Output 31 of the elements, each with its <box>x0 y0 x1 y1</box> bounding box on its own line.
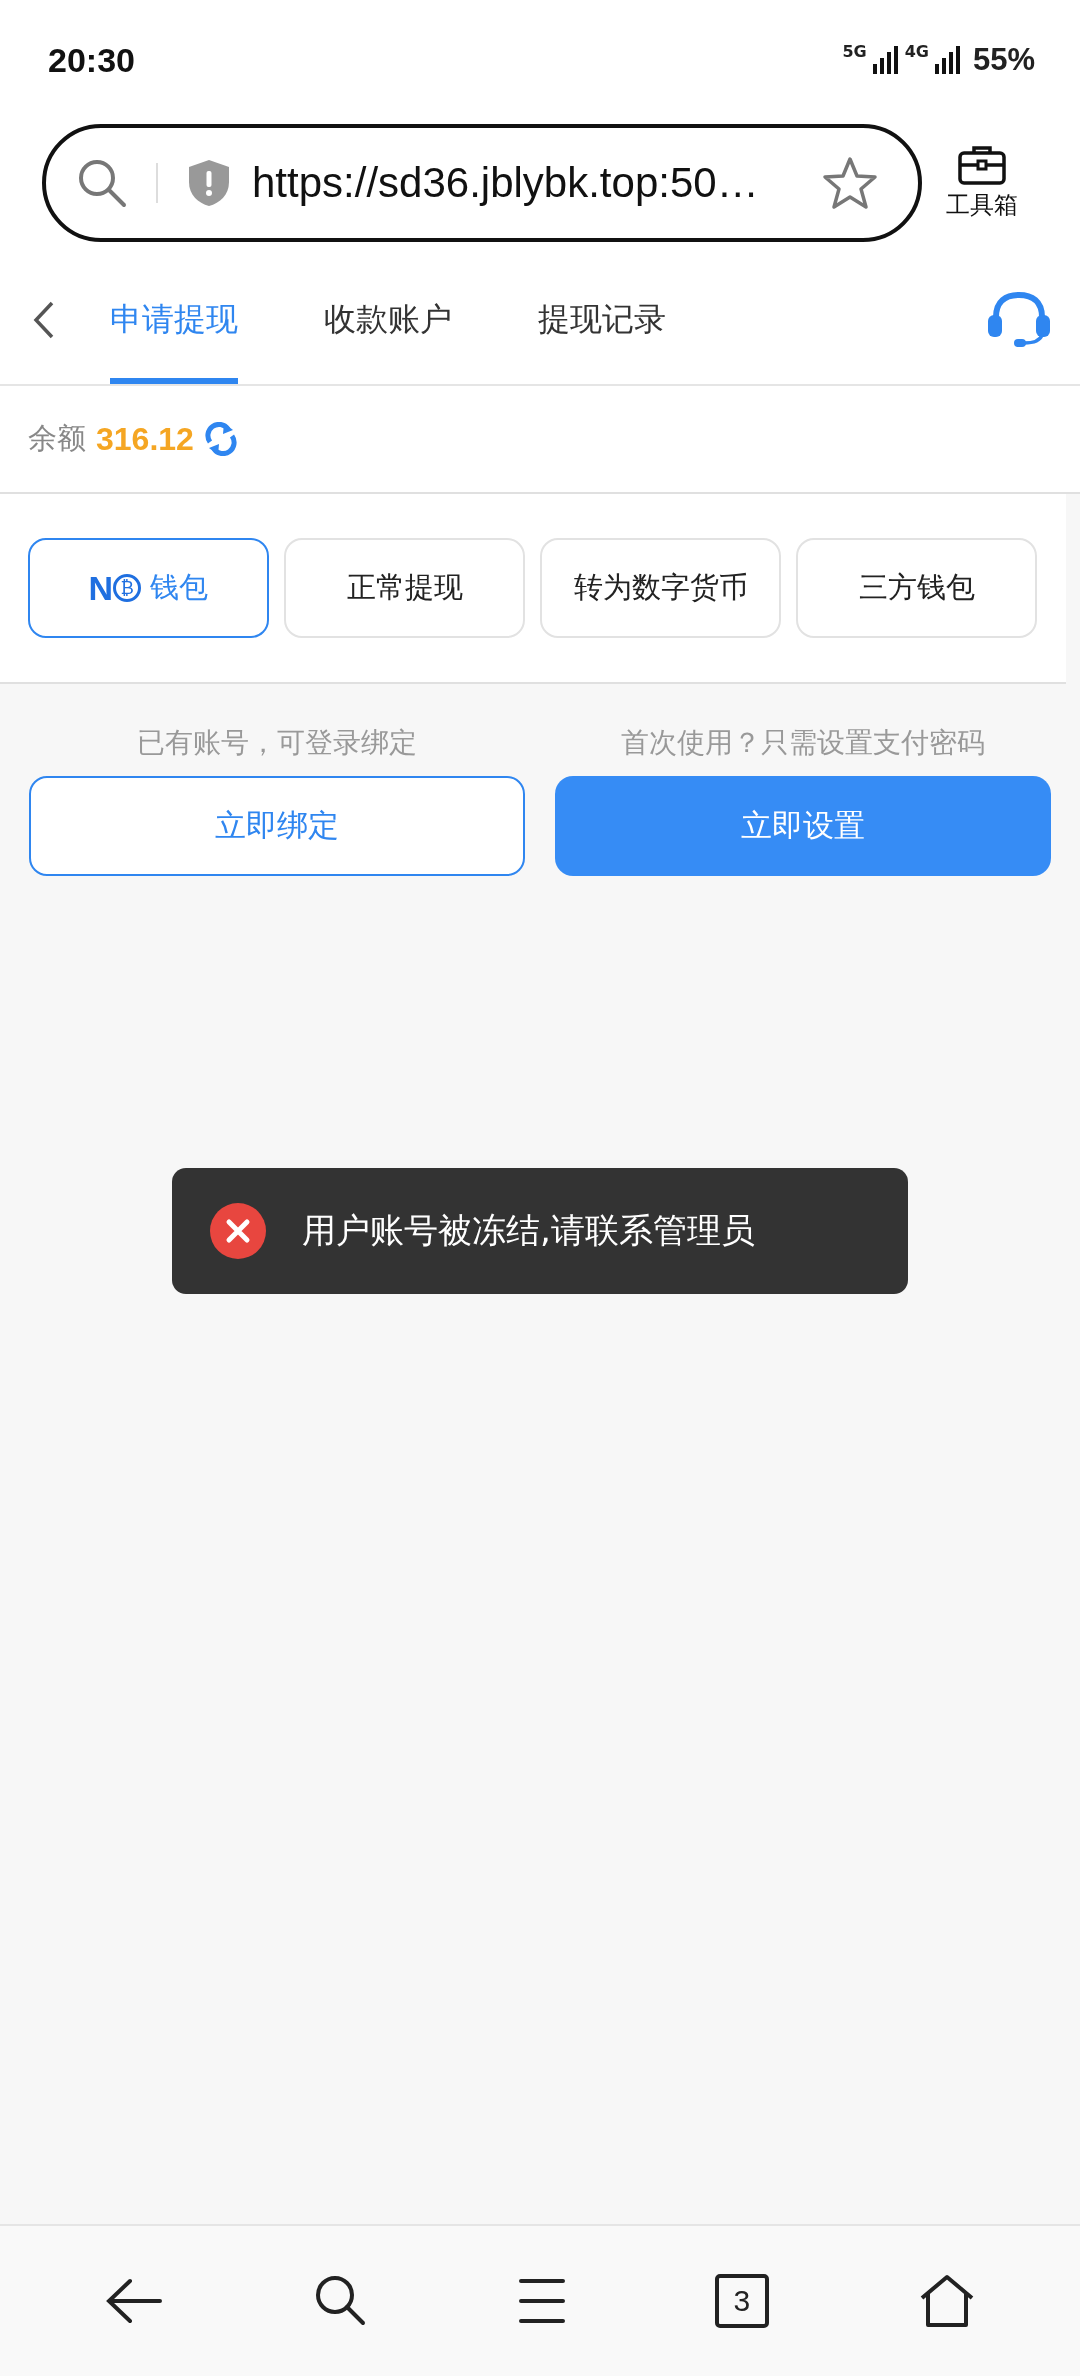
back-icon[interactable] <box>32 300 56 340</box>
url-text[interactable]: https://sd36.jblybk.top:50… <box>252 159 802 207</box>
tab[interactable]: 提现记录 <box>538 256 666 384</box>
menu-icon[interactable] <box>518 2278 566 2324</box>
hint-text: 首次使用？只需设置支付密码 <box>621 725 985 761</box>
toolbox-button[interactable]: 工具箱 <box>946 145 1018 221</box>
tab[interactable]: 收款账户 <box>324 256 452 384</box>
signal-icon <box>934 46 961 74</box>
network-label: 4G <box>904 42 929 61</box>
briefcase-icon <box>958 145 1006 185</box>
shield-warning-icon[interactable] <box>186 158 232 208</box>
method-option[interactable]: 正常提现 <box>284 538 525 638</box>
tab-count-button[interactable]: 3 <box>714 2274 769 2328</box>
method-option[interactable]: 转为数字货币 <box>540 538 781 638</box>
star-icon[interactable] <box>822 156 878 210</box>
error-icon <box>210 1203 266 1259</box>
balance-label: 余额 <box>28 420 86 457</box>
back-arrow-icon[interactable] <box>104 2277 165 2325</box>
hint-text: 已有账号，可登录绑定 <box>137 725 417 761</box>
address-bar[interactable]: https://sd36.jblybk.top:50… <box>42 124 922 242</box>
headset-icon[interactable] <box>986 291 1052 349</box>
status-time: 20:30 <box>48 40 135 80</box>
refresh-icon[interactable] <box>203 422 238 456</box>
bind-button[interactable]: 立即绑定 <box>29 776 525 876</box>
toast-message: 用户账号被冻结,请联系管理员 <box>302 1209 755 1252</box>
battery-level: 55% <box>972 42 1035 78</box>
network-label: 5G <box>842 42 867 61</box>
method-option[interactable]: 三方钱包 <box>796 538 1037 638</box>
method-option[interactable]: N ₿ 钱包 <box>28 538 269 638</box>
balance-amount: 316.12 <box>96 420 194 458</box>
signal-icon <box>872 46 899 74</box>
